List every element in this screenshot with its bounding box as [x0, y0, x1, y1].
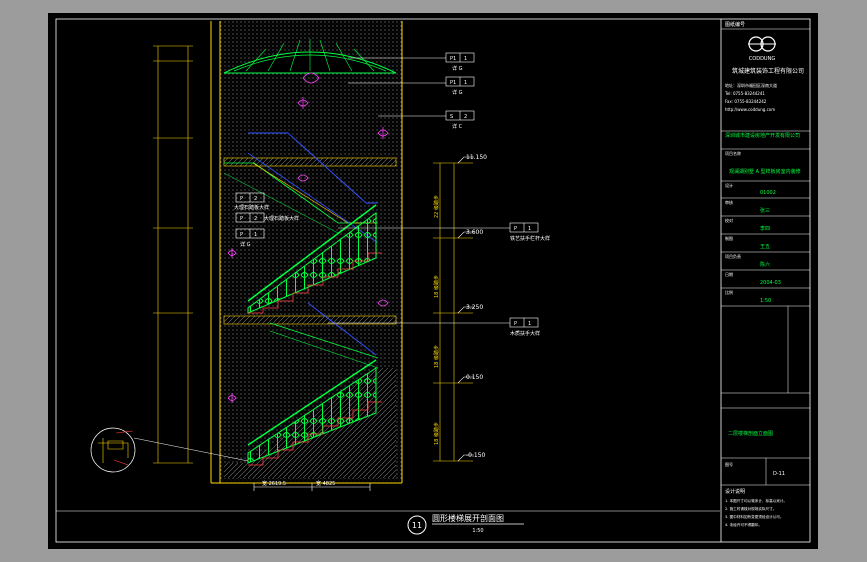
tag-sheet: 2: [254, 216, 257, 222]
tag-label: 大理石踏板大样: [264, 215, 299, 222]
notes-title: 设计说明: [725, 488, 745, 495]
company-cn: 筑城建筑装饰工程有限公司: [732, 67, 804, 75]
note-line: 3. 图中材料如有变更须经设计认可。: [725, 514, 783, 519]
tag-number: P1: [450, 56, 456, 62]
drawing-scale: 1:50: [472, 528, 483, 534]
field-value: 1:50: [760, 298, 771, 304]
field-value: 2004-03: [760, 280, 781, 286]
flight-note: 18 级踏步: [433, 275, 440, 298]
drawing-sheet: 11.150 3.600 3.250 0.150 -0.150 22 级踏步 1…: [48, 13, 818, 549]
cad-drawing: 11.150 3.600 3.250 0.150 -0.150 22 级踏步 1…: [55, 18, 811, 543]
tag-number: P: [514, 226, 517, 232]
tag-sheet: 1: [254, 232, 257, 238]
tag-label: 详 G: [452, 65, 463, 72]
field-value: 李四: [760, 225, 770, 232]
tag-number: P: [514, 321, 517, 327]
field-value: 张三: [760, 207, 770, 214]
title-block: 图纸编号 CODDUNG 筑城建筑装饰工程有限公司 地址：深圳市福田区深南大道 …: [721, 21, 810, 527]
field-label: 制图: [725, 235, 733, 241]
field-value: 01002: [760, 190, 776, 196]
drawing-title-block: 11 圆形楼梯展开剖面图 1:50: [407, 513, 524, 535]
company-info: 地址：深圳市福田区深南大道: [725, 82, 777, 88]
level-label: -0.150: [466, 452, 486, 459]
sheet-no-label: 图号: [725, 461, 733, 467]
company-info: Fax: 0755-83244242: [725, 99, 767, 104]
tag-label: 铁艺扶手栏杆大样: [510, 235, 550, 242]
bottom-dim: 宽 4825: [316, 480, 335, 487]
note-line: 1. 本图尺寸均以毫米计，标高以米计。: [725, 498, 787, 503]
field-label: 校对: [725, 217, 733, 223]
field-value: 王五: [760, 244, 770, 250]
level-label: 11.150: [466, 154, 487, 161]
field-value: 陈六: [760, 261, 770, 268]
company-logo-icon: [748, 36, 776, 52]
tag-sheet: 2: [464, 114, 467, 120]
tag-label: 大理石踏板大样: [234, 204, 269, 211]
note-line: 4. 未经许可不得翻印。: [725, 522, 762, 527]
company-info: http://www.coddung.com: [725, 107, 775, 112]
vertical-dimensions: [153, 45, 193, 464]
title-top-label: 图纸编号: [725, 21, 745, 28]
detail-number: 11: [412, 521, 422, 530]
sheet-title: 二层楼梯剖面立面图: [728, 430, 773, 437]
company-info: Tel: 0755-83244241: [724, 91, 765, 96]
field-label: 比例: [725, 289, 733, 295]
level-dimensions: 11.150 3.600 3.250 0.150 -0.150 22 级踏步 1…: [433, 154, 487, 462]
tag-number: P: [240, 232, 243, 238]
tag-label: 详 G: [240, 241, 251, 248]
sheet-border: [55, 18, 811, 543]
level-label: 3.250: [466, 304, 483, 311]
drawing-title: 圆形楼梯展开剖面图: [432, 513, 504, 523]
tag-sheet: 1: [464, 56, 467, 62]
tag-sheet: 1: [528, 321, 531, 327]
tag-label: 详 C: [452, 123, 463, 130]
note-line: 2. 施工时请核对现场实际尺寸。: [725, 506, 776, 511]
tag-number: P: [240, 216, 243, 222]
flight-note: 18 级踏步: [433, 345, 440, 368]
field-label: 日期: [725, 271, 733, 277]
sheet-no: D-11: [773, 471, 785, 477]
bottom-dim: 宽 2619.5: [262, 480, 286, 487]
field-label: 审核: [725, 199, 733, 205]
field-label: 设计: [725, 182, 733, 188]
tag-number: S: [450, 114, 453, 120]
level-label: 0.150: [466, 374, 483, 381]
flight-note: 22 级踏步: [433, 195, 440, 218]
tag-sheet: 1: [464, 80, 467, 86]
bottom-dimensions: 宽 2619.5 宽 4825: [253, 480, 371, 491]
tag-label: 详 G: [452, 89, 463, 96]
tag-sheet: 1: [528, 226, 531, 232]
tag-number: P: [240, 196, 243, 202]
project-label: 项目名称: [725, 150, 741, 156]
field-label: 项目负责: [725, 253, 741, 259]
company-name: CODDUNG: [749, 56, 776, 62]
level-label: 3.600: [466, 229, 483, 236]
tag-label: 木质扶手大样: [510, 330, 540, 337]
tag-sheet: 2: [254, 196, 257, 202]
client-name: 深圳城市建设房地产开发有限公司: [725, 132, 800, 139]
project-name: 观澜湖别墅 A 型样板房室内装修: [729, 168, 801, 175]
flight-note: 18 级踏步: [433, 422, 440, 445]
tag-number: P1: [450, 80, 456, 86]
